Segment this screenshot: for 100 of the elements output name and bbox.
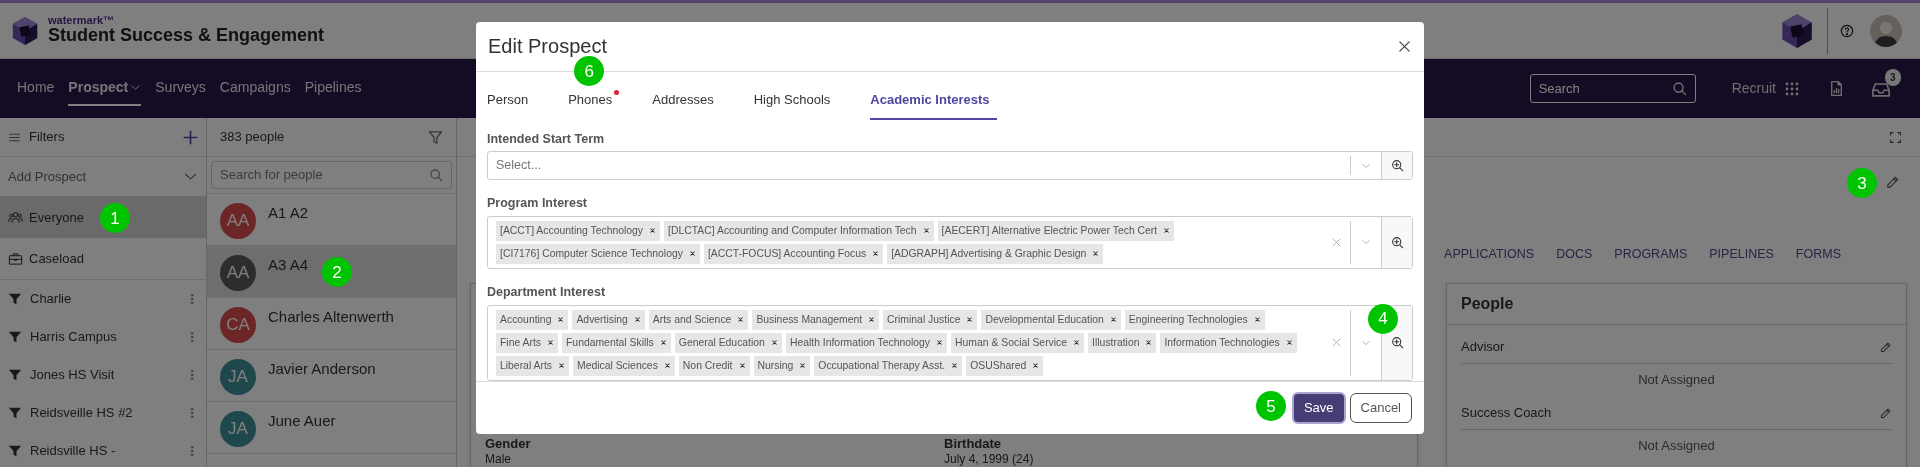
dialog-tab[interactable]: Person (487, 90, 536, 120)
person-item[interactable]: JA Javier Anderson (207, 350, 456, 402)
app-title: Student Success & Engagement (48, 26, 325, 46)
selected-tag[interactable]: Fine Arts (496, 332, 558, 353)
field-value: Male (485, 452, 511, 467)
remove-icon (1253, 316, 1261, 323)
nav-link[interactable]: Surveys (155, 71, 206, 106)
filter-name[interactable]: Jones HS Visit (30, 365, 115, 385)
selected-tag[interactable]: Information Technologies (1160, 332, 1297, 353)
filter-button[interactable] (428, 129, 443, 145)
selected-tag[interactable]: Developmental Education (981, 309, 1121, 330)
nav-link[interactable]: Home (17, 71, 55, 106)
selected-tag[interactable]: General Education (674, 332, 782, 353)
reports-button[interactable] (1828, 80, 1845, 97)
remove-icon (557, 316, 565, 323)
selected-tag[interactable]: Liberal Arts (496, 355, 569, 376)
edit-button[interactable] (1879, 340, 1892, 354)
profile-tab[interactable]: DOCS (1556, 245, 1593, 264)
profile-tab[interactable]: PROGRAMS (1614, 245, 1688, 264)
funnel-icon (8, 292, 22, 306)
selected-tag[interactable]: Fundamental Skills (562, 332, 671, 353)
role-value: Not Assigned (1637, 371, 1716, 389)
profile-tab[interactable]: APPLICATIONS (1444, 245, 1535, 264)
selected-tag[interactable]: Non Credit (678, 355, 750, 376)
selected-tag[interactable]: Medical Sciences (573, 355, 675, 376)
step-number: 4 (1368, 303, 1398, 334)
sidebar-item[interactable]: Caseload (0, 238, 206, 279)
profile-tab[interactable]: PIPELINES (1709, 245, 1774, 264)
remove-icon (1092, 250, 1100, 258)
role-value: Not Assigned (1637, 437, 1716, 455)
selected-tag[interactable]: Health Information Technology (785, 332, 948, 353)
initials-avatar: CA (220, 307, 256, 343)
remove-icon (1285, 339, 1293, 346)
selected-tag[interactable]: [AECERT] Alternative Electric Power Tech Cert (937, 220, 1175, 241)
selected-tag[interactable]: Occupational Therapy Asst. (814, 355, 963, 376)
remove-icon (799, 362, 807, 369)
selected-tag[interactable]: Engineering Technologies (1124, 309, 1265, 330)
filter-name[interactable]: Charlie (30, 289, 72, 309)
selected-tag[interactable]: Business Management (752, 309, 880, 330)
close-button[interactable] (1397, 39, 1412, 54)
selected-tag[interactable]: Human & Social Service (951, 332, 1085, 353)
field-label: Program Interest (487, 195, 589, 212)
remove-icon (737, 316, 745, 323)
edit-button[interactable] (1885, 175, 1900, 190)
help-icon (1840, 23, 1854, 38)
user-avatar[interactable] (1870, 14, 1902, 47)
fullscreen-button[interactable] (1889, 130, 1902, 144)
save-button[interactable]: Save (1291, 392, 1346, 424)
nav-link[interactable]: Pipelines (304, 71, 362, 106)
dialog-tab[interactable]: Addresses (652, 90, 721, 120)
initials-avatar: JA (220, 359, 256, 395)
multiselect-field[interactable] (487, 304, 1413, 381)
dialog-title: Edit Prospect (488, 36, 607, 57)
selected-tag[interactable]: [CI7176] Computer Science Technology (496, 243, 700, 264)
person-item[interactable]: AA A3 A4 2 (207, 246, 456, 298)
person-item[interactable]: CA Charles Altenwerth (207, 298, 456, 350)
remove-icon (868, 316, 876, 323)
search-field[interactable]: Search (1529, 74, 1696, 103)
dialog-tab[interactable]: High Schools (753, 90, 838, 120)
filter-name[interactable]: Reidsveille HS #2 (30, 403, 133, 423)
remove-icon (738, 362, 746, 369)
field-value: July 4, 1999 (24) (944, 452, 1034, 467)
multiselect-field[interactable]: Select... (487, 151, 1413, 180)
edit-button[interactable] (1879, 406, 1892, 420)
selected-tag[interactable]: Arts and Science (648, 309, 749, 330)
dialog-tab[interactable]: Academic Interests (870, 90, 997, 120)
remove-icon (633, 316, 641, 323)
selected-tag[interactable]: Advertising (572, 309, 645, 330)
selected-tag[interactable]: [ADGRAPH] Advertising & Graphic Design (887, 243, 1104, 264)
logo-icon (1779, 12, 1815, 49)
remove-icon (547, 339, 554, 346)
person-item[interactable]: JA June Auer (207, 402, 456, 454)
filter-name[interactable]: Reidsville HS - (30, 441, 116, 461)
nav-link[interactable]: Campaigns (219, 71, 291, 106)
nav-link[interactable]: Prospect (68, 71, 142, 106)
app-switcher[interactable]: Recruit (1731, 78, 1800, 99)
help-button[interactable] (1840, 23, 1854, 38)
cancel-button[interactable]: Cancel (1349, 393, 1412, 423)
filter-name[interactable]: Harris Campus (30, 327, 117, 347)
count-badge: 3 (1885, 68, 1901, 86)
selected-tag[interactable]: [ACCT-FOCUS] Accounting Focus (703, 243, 884, 264)
field-label: Gender (485, 436, 531, 452)
lookup-button[interactable] (1381, 152, 1412, 179)
profile-tab[interactable]: FORMS (1795, 245, 1841, 264)
remove-icon (649, 227, 657, 235)
card-title: People (1447, 284, 1906, 325)
selected-tag[interactable]: Illustration (1088, 332, 1157, 353)
selected-tag[interactable]: [ACCT] Accounting Technology (496, 220, 661, 241)
selected-tag[interactable]: [DLCTAC] Accounting and Computer Information Tech (664, 220, 934, 241)
selected-tag[interactable]: Accounting (496, 309, 569, 330)
add-filter-button[interactable] (183, 129, 198, 145)
initials-avatar: AA (220, 255, 256, 291)
selected-tag[interactable]: Criminal Justice (883, 309, 978, 330)
lookup-button[interactable] (1381, 216, 1412, 268)
multiselect-field[interactable] (487, 215, 1413, 269)
zoom-in-icon (1390, 159, 1404, 173)
selected-tag[interactable]: OSUShared (966, 355, 1044, 376)
dialog-tab[interactable]: Phones (568, 90, 620, 120)
step-number: 5 (1255, 391, 1286, 422)
selected-tag[interactable]: Nursing (753, 355, 811, 376)
